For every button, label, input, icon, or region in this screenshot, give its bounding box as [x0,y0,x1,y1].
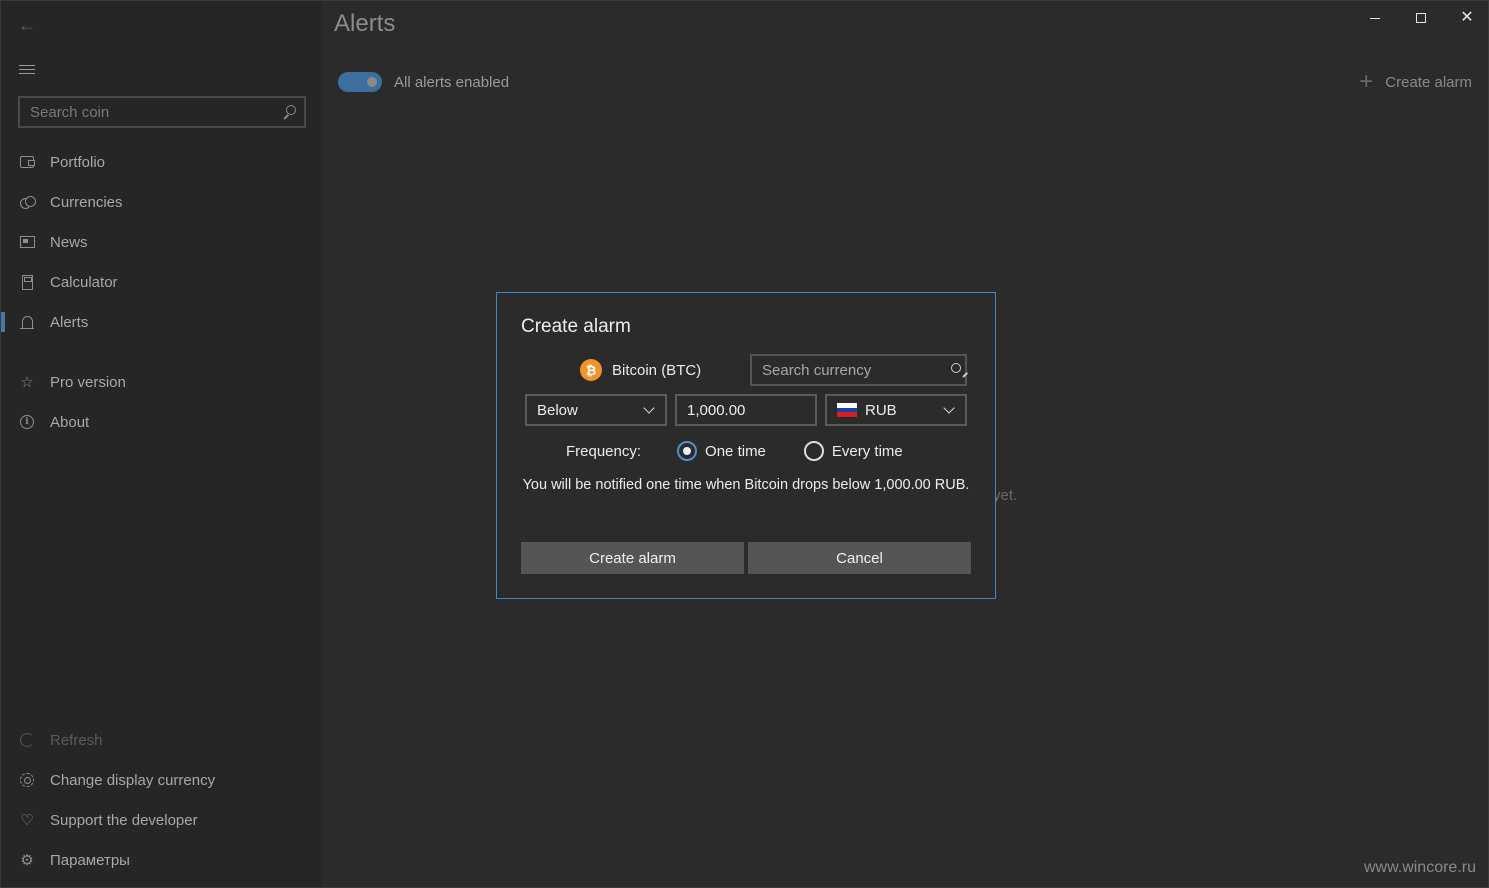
wallet-icon [18,153,36,171]
notification-summary: You will be notified one time when Bitco… [522,477,970,493]
refresh-icon [18,731,36,749]
gear-icon: ⚙ [20,852,34,869]
sidebar-item-currencies[interactable]: Currencies [1,182,321,222]
radio-every-time[interactable]: Every time [803,441,903,461]
app-window: ← Portfolio Currencies News Calculat [0,0,1489,888]
radio-one-time-label: One time [705,442,766,460]
sidebar-item-label: Alerts [50,313,89,331]
currency-value: RUB [865,401,897,419]
sidebar-item-alerts[interactable]: Alerts [1,302,321,342]
alerts-toggle-row: All alerts enabled [338,72,509,92]
sidebar-item-refresh[interactable]: Refresh [1,720,321,760]
sidebar-item-label: Параметры [50,851,130,869]
watermark: www.wincore.ru [1363,859,1476,876]
create-alarm-dialog: Create alarm ₿ Bitcoin (BTC) Below 1,000… [496,292,996,599]
sidebar-item-label: Pro version [50,373,126,391]
nav-gap [1,342,321,362]
condition-dropdown[interactable]: Below [525,394,667,426]
sidebar-item-settings[interactable]: ⚙ Параметры [1,840,321,880]
currency-icon [18,771,36,789]
maximize-icon [1416,13,1426,23]
back-arrow-icon[interactable]: ← [13,11,41,39]
create-alarm-button[interactable]: Create alarm [521,542,744,574]
sidebar-item-label: Support the developer [50,811,198,829]
search-currency-box [750,354,967,386]
russia-flag-icon [837,403,857,418]
close-button[interactable]: ✕ [1444,1,1489,35]
search-icon[interactable] [282,105,296,119]
sidebar-item-change-currency[interactable]: Change display currency [1,760,321,800]
chevron-down-icon [643,401,655,414]
sidebar-item-news[interactable]: News [1,222,321,262]
condition-value: Below [537,401,578,419]
sidebar-item-portfolio[interactable]: Portfolio [1,142,321,182]
selected-coin: ₿ Bitcoin (BTC) [580,359,701,381]
frequency-row: Frequency: One time Every time [566,441,941,461]
search-coin-box [18,96,306,128]
sidebar-item-label: Currencies [50,193,123,211]
bell-icon [18,313,36,331]
sidebar-item-label: About [50,413,90,431]
nav-menu: Portfolio Currencies News Calculator Ale… [1,142,321,442]
sidebar-item-label: Change display currency [50,771,216,789]
amount-value: 1,000.00 [687,401,746,419]
coin-name: Bitcoin (BTC) [612,361,702,379]
sidebar-item-label: Portfolio [50,153,106,171]
sidebar-item-label: News [50,233,88,251]
sidebar-item-pro-version[interactable]: ☆ Pro version [1,362,321,402]
maximize-button[interactable] [1398,1,1444,35]
search-coin-input[interactable] [30,103,282,121]
chevron-down-icon [943,401,955,414]
currency-dropdown[interactable]: RUB [825,394,967,426]
sidebar-item-about[interactable]: i About [1,402,321,442]
info-icon: i [18,413,36,431]
create-alarm-top-button[interactable]: + Create alarm [1359,68,1472,95]
search-currency-input[interactable] [762,361,961,379]
create-alarm-top-label: Create alarm [1385,73,1472,91]
radio-unchecked-icon[interactable] [803,441,824,461]
minimize-icon [1370,17,1380,19]
empty-state-text: yet. [993,487,1018,504]
heart-icon: ♡ [20,812,34,829]
sidebar-item-label: Calculator [50,273,118,291]
radio-one-time[interactable]: One time [677,441,766,461]
sidebar: ← Portfolio Currencies News Calculat [1,1,321,887]
dialog-title: Create alarm [521,316,631,337]
amount-input[interactable]: 1,000.00 [675,394,817,426]
sidebar-item-label: Refresh [50,731,103,749]
hamburger-menu-icon[interactable] [13,55,41,83]
frequency-label: Frequency: [566,442,642,460]
plus-icon: + [1359,68,1374,95]
alerts-toggle-label: All alerts enabled [394,73,510,91]
page-title: Alerts [334,10,396,37]
sidebar-item-support[interactable]: ♡ Support the developer [1,800,321,840]
star-icon: ☆ [20,374,34,391]
radio-every-time-label: Every time [831,442,903,460]
cancel-button[interactable]: Cancel [748,542,971,574]
bitcoin-icon: ₿ [580,359,602,381]
calculator-icon [18,273,36,291]
window-controls: ✕ [1352,1,1489,35]
coins-icon [18,193,36,211]
radio-checked-icon[interactable] [677,441,698,461]
close-icon: ✕ [1460,9,1474,26]
bottom-nav: Refresh Change display currency ♡ Suppor… [1,720,321,880]
news-icon [18,233,36,251]
minimize-button[interactable] [1352,1,1398,35]
sidebar-item-calculator[interactable]: Calculator [1,262,321,302]
alerts-toggle-switch[interactable] [338,72,382,92]
